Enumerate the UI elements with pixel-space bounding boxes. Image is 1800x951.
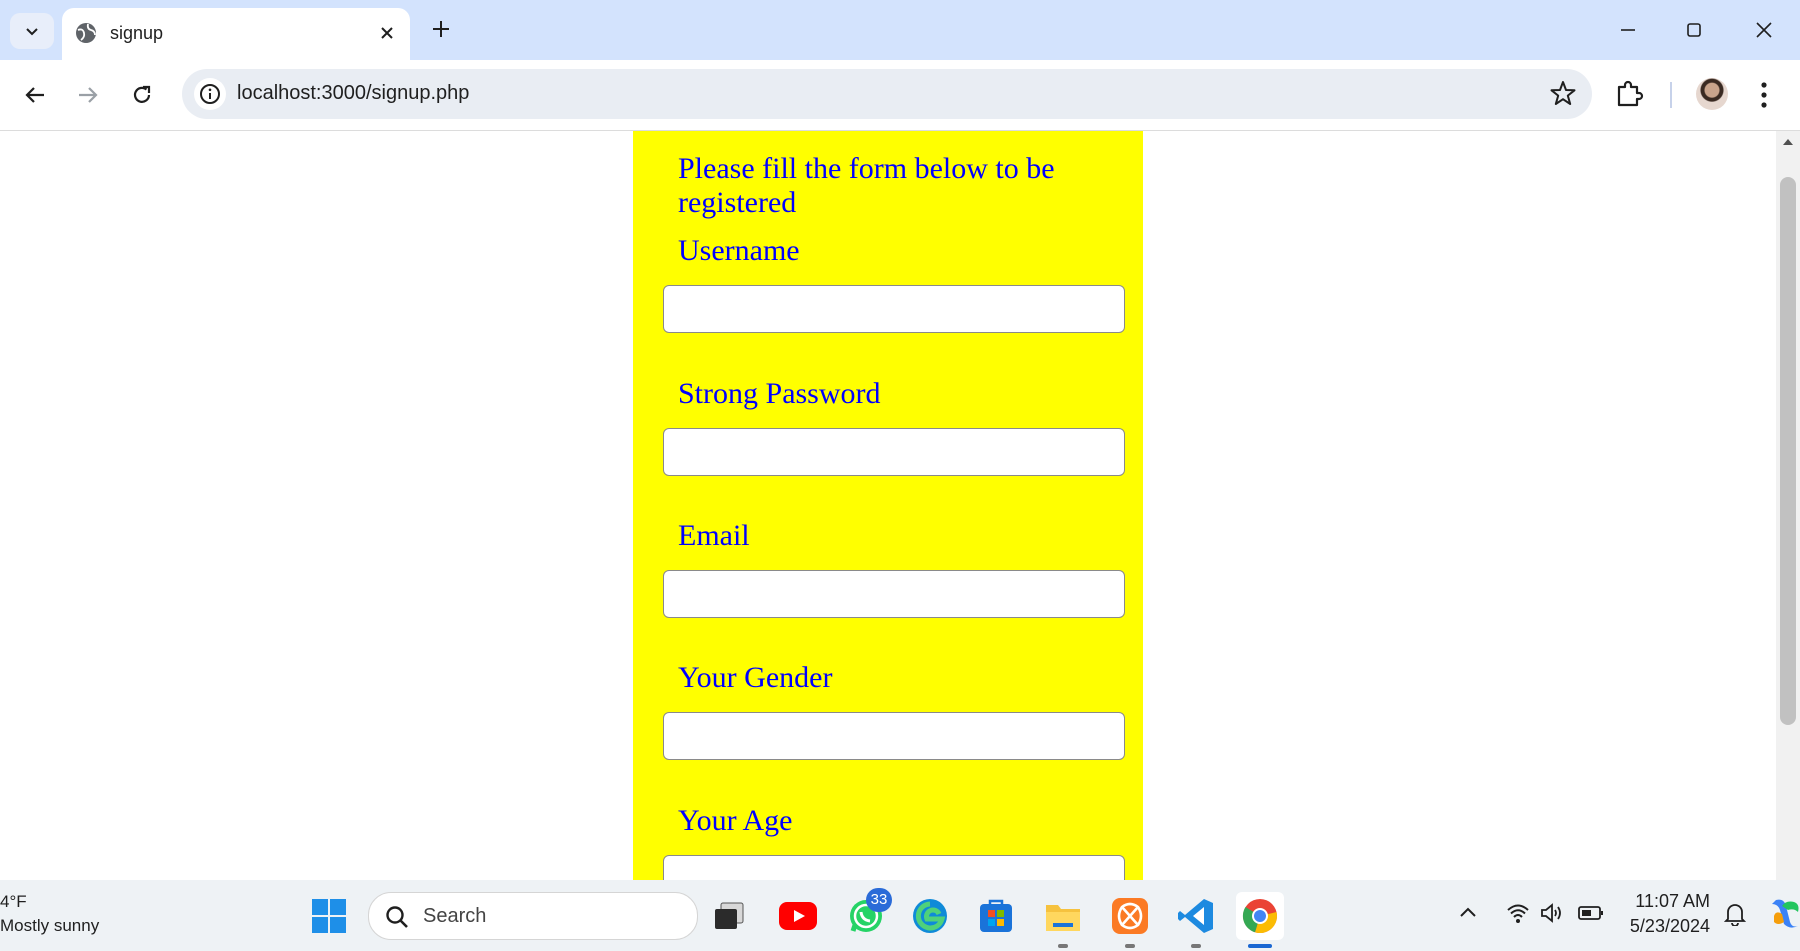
password-input[interactable] [663,428,1125,476]
page-viewport: Please fill the form below to be registe… [0,131,1776,880]
plus-icon [432,20,450,38]
url-text[interactable]: localhost:3000/signup.php [237,82,469,105]
running-indicator [1125,944,1135,948]
task-view-button[interactable] [706,892,754,940]
browser-tab[interactable]: signup [62,8,410,60]
chevron-up-icon[interactable] [1458,902,1478,922]
weather-temperature[interactable]: 4°F [0,892,27,912]
vscode-app[interactable] [1172,892,1220,948]
reload-button[interactable] [124,77,160,113]
tab-title: signup [110,23,164,43]
search-placeholder: Search [423,905,487,927]
folder-icon [1044,899,1082,933]
browser-toolbar: localhost:3000/signup.php [0,60,1800,131]
chrome-icon [1241,897,1279,935]
store-icon [978,898,1014,934]
start-button[interactable] [305,892,353,940]
youtube-icon [779,902,817,930]
profile-avatar[interactable] [1696,78,1728,110]
address-bar[interactable]: localhost:3000/signup.php [182,69,1592,119]
scrollbar-thumb[interactable] [1780,177,1796,725]
gender-input[interactable] [663,712,1125,760]
arrow-left-icon [24,84,46,106]
notification-badge: 33 [866,888,892,912]
tab-search-button[interactable] [10,13,54,49]
active-indicator [1248,944,1272,948]
email-label: Email [678,519,750,552]
task-view-icon [713,901,747,931]
microsoft-store-app[interactable] [972,892,1020,940]
windows-logo-icon [311,898,347,934]
windows-taskbar: 4°F Mostly sunny Search 33 11:07 AM 5/23… [0,880,1800,951]
username-label: Username [678,234,800,267]
site-info-icon[interactable] [194,78,226,110]
minimize-icon [1620,22,1636,38]
globe-icon [74,21,98,45]
new-tab-button[interactable] [426,14,456,44]
chevron-down-icon [24,23,40,39]
maximize-button[interactable] [1676,14,1712,46]
running-indicator [1058,944,1068,948]
maximize-icon [1686,22,1702,38]
menu-dots-icon[interactable] [1752,78,1776,112]
extensions-icon[interactable] [1614,78,1644,108]
vscode-icon [1177,897,1215,935]
close-tab-icon[interactable] [374,20,400,46]
bookmark-star-icon[interactable] [1550,80,1576,106]
username-input[interactable] [663,285,1125,333]
edge-icon [911,897,949,935]
close-window-button[interactable] [1746,14,1782,46]
youtube-app[interactable] [774,892,822,940]
form-intro: Please fill the form below to be registe… [678,152,1055,219]
running-indicator [1191,944,1201,948]
age-input[interactable] [663,855,1125,880]
password-label: Strong Password [678,377,881,410]
battery-icon[interactable] [1578,902,1604,924]
xampp-app[interactable] [1106,892,1154,948]
age-label: Your Age [678,804,793,837]
email-input[interactable] [663,570,1125,618]
forward-button[interactable] [70,77,106,113]
back-button[interactable] [17,77,53,113]
close-icon [1756,22,1772,38]
edge-app[interactable] [906,892,954,940]
whatsapp-app[interactable]: 33 [842,888,892,940]
search-icon [385,905,409,929]
chrome-app[interactable] [1236,892,1284,948]
reload-icon [131,84,153,106]
notification-bell-icon[interactable] [1724,902,1746,926]
arrow-right-icon [77,84,99,106]
minimize-button[interactable] [1610,14,1646,46]
wifi-icon[interactable] [1506,902,1530,924]
tab-strip: signup [0,0,1800,60]
vertical-scrollbar[interactable] [1776,131,1800,880]
toolbar-divider [1670,82,1672,108]
clock-date[interactable]: 5/23/2024 [1620,916,1710,937]
clock-time[interactable]: 11:07 AM [1630,891,1710,912]
weather-description[interactable]: Mostly sunny [0,916,99,936]
copilot-icon[interactable] [1770,896,1800,930]
gender-label: Your Gender [678,661,833,694]
signup-form: Please fill the form below to be registe… [633,131,1143,880]
taskbar-search[interactable]: Search [368,892,698,940]
file-explorer-app[interactable] [1039,892,1087,948]
xampp-icon [1111,897,1149,935]
scroll-up-arrow-icon[interactable] [1782,137,1794,147]
volume-icon[interactable] [1540,902,1564,924]
